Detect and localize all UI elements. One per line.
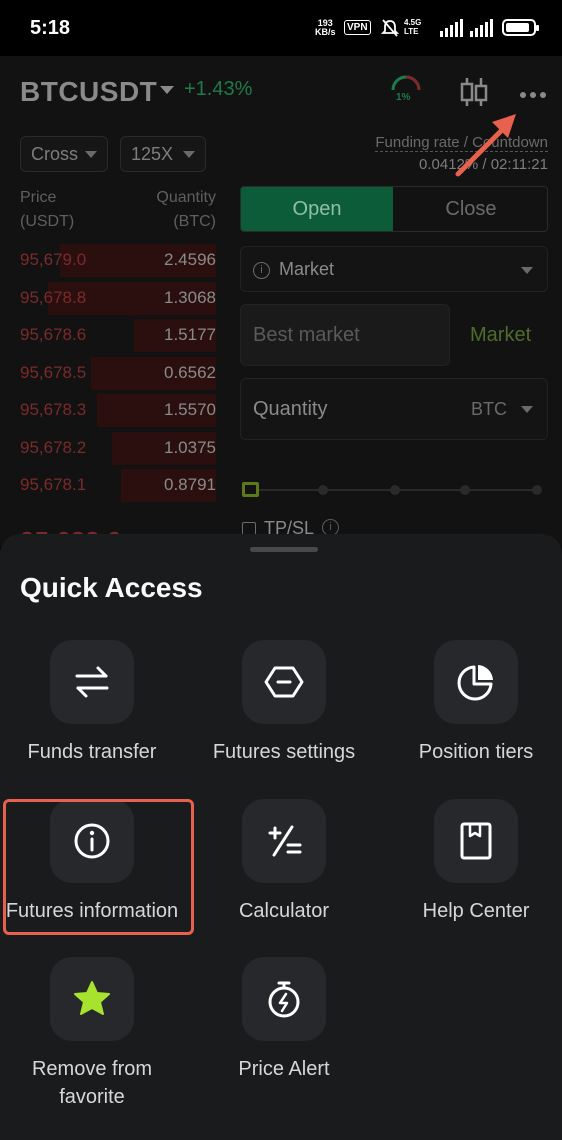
pie-chart-icon [434,640,518,724]
orderbook-row[interactable]: 95,678.2 1.0375 [0,430,216,467]
slider-tick [390,485,400,495]
annotation-arrow-icon [452,110,522,185]
order-type-select[interactable]: i Market [240,246,548,292]
mute-bell-icon [380,18,400,43]
orderbook-row[interactable]: 95,678.1 0.8791 [0,467,216,504]
network-speed: 193 KB/s [315,18,336,37]
open-close-tabs: Open Close [240,186,548,232]
more-options-icon[interactable] [519,86,547,104]
stopwatch-alert-icon [242,957,326,1041]
ask-quantity: 1.5570 [164,400,216,419]
qa-price-alert[interactable]: Price Alert [189,957,379,1097]
margin-mode-select[interactable]: Cross [20,136,108,172]
slider-handle[interactable] [242,482,259,497]
sentiment-gauge-icon[interactable]: 1% [390,72,422,106]
signal-icon-2 [470,19,494,42]
info-icon[interactable]: i [253,262,270,279]
orderbook-row[interactable]: 95,678.5 0.6562 [0,355,216,392]
status-bar: 5:18 193 KB/s VPN 4.5G LTE [0,0,562,56]
qa-help-center[interactable]: Help Center [381,799,562,939]
pair-symbol[interactable]: BTCUSDT [20,76,157,108]
tab-open[interactable]: Open [241,187,393,231]
ask-quantity: 1.5177 [164,325,216,344]
chevron-down-icon [183,151,195,158]
gauge-value: 1% [396,92,411,103]
ask-price: 95,678.8 [20,287,87,307]
slider-tick [460,485,470,495]
chevron-down-icon [521,267,533,274]
ask-price: 95,678.5 [20,362,87,382]
qa-position-tiers[interactable]: Position tiers [381,640,562,780]
status-time: 5:18 [30,17,71,39]
qa-funds-transfer[interactable]: Funds transfer [0,640,187,780]
ask-quantity: 1.0375 [164,437,216,457]
sheet-title: Quick Access [20,572,203,603]
calculator-icon [242,799,326,883]
orderbook-row[interactable]: 95,678.3 1.5570 [0,392,216,429]
ask-quantity: 0.6562 [164,362,216,382]
battery-icon [502,19,539,36]
ask-price: 95,678.3 [20,400,87,419]
tab-close[interactable]: Close [393,187,547,231]
price-input[interactable]: Best market [240,304,450,366]
qa-remove-favorite[interactable]: Remove from favorite [0,957,187,1127]
market-price-button[interactable]: Market [470,324,531,347]
price-change: +1.43% [184,78,253,100]
quantity-unit-select[interactable]: BTC [471,399,507,420]
hexagon-settings-icon [242,640,326,724]
slider-tick [532,485,542,495]
book-icon [434,799,518,883]
candlestick-chart-icon[interactable] [460,76,488,113]
pair-dropdown-icon[interactable] [160,86,174,94]
orderbook-qty-header: Quantity (BTC) [156,189,216,230]
qa-calculator[interactable]: Calculator [189,799,379,939]
sheet-drag-handle[interactable] [250,547,318,552]
star-icon [50,957,134,1041]
ask-quantity: 0.8791 [164,475,216,494]
network-type: 4.5G LTE [404,18,422,36]
ask-price: 95,678.1 [20,475,87,494]
orderbook-row[interactable]: 95,678.6 1.5177 [0,317,216,354]
slider-tick [318,485,328,495]
signal-icon [440,19,464,42]
vpn-badge: VPN [344,20,371,35]
leverage-select[interactable]: 125X [120,136,206,172]
orderbook-row[interactable]: 95,678.8 1.3068 [0,280,216,317]
orderbook-price-header: Price (USDT) [20,189,75,230]
qa-futures-settings[interactable]: Futures settings [189,640,379,780]
transfer-arrows-icon [50,640,134,724]
ask-quantity: 1.3068 [164,287,216,307]
chevron-down-icon [85,151,97,158]
annotation-highlight-box [3,799,194,935]
orderbook-row[interactable]: 95,679.0 2.4596 [0,242,216,279]
ask-price: 95,679.0 [20,250,87,269]
ask-quantity: 2.4596 [164,250,216,269]
quantity-input[interactable]: Quantity BTC [240,378,548,440]
ask-price: 95,678.6 [20,325,87,344]
chevron-down-icon [521,406,533,413]
ask-price: 95,678.2 [20,437,87,457]
